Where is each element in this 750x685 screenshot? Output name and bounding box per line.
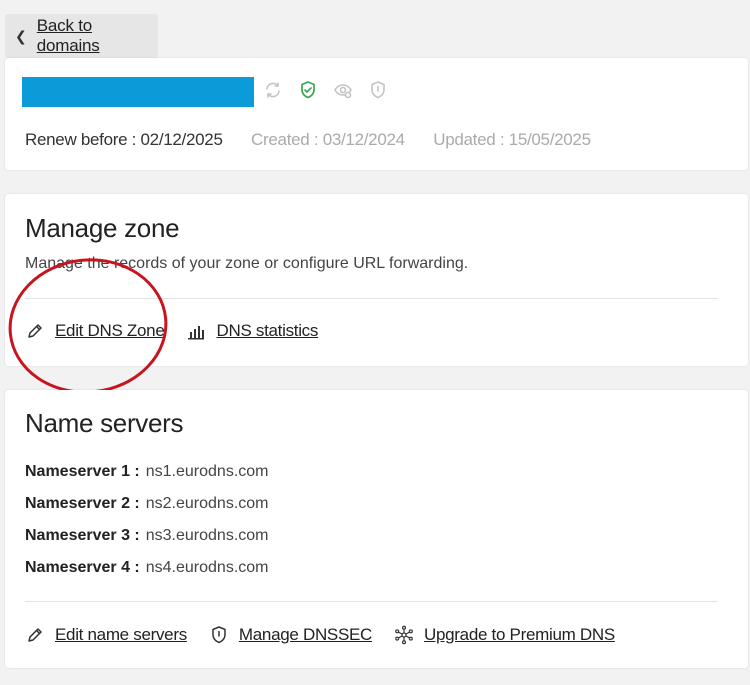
renew-date: Renew before : 02/12/2025 [25,130,223,149]
edit-name-servers-link[interactable]: Edit name servers [25,625,187,645]
nameserver-value: ns4.eurodns.com [145,559,269,576]
back-to-domains-label: Back to domains [36,16,100,55]
domain-status-icons [263,80,388,100]
back-to-domains-button[interactable]: ❮ Back to domains [5,14,158,58]
name-servers-title: Name servers [25,408,184,438]
nameserver-label: Nameserver 2 : [25,495,140,512]
nameserver-value: ns1.eurodns.com [145,463,269,480]
name-servers-actions: Edit name servers Manage DNSSEC Upgrade … [25,625,615,645]
manage-dnssec-label: Manage DNSSEC [238,625,373,644]
nameserver-label: Nameserver 3 : [25,527,140,544]
nameserver-value: ns3.eurodns.com [145,527,269,544]
created-date: Created : 03/12/2024 [251,130,405,149]
nameserver-row: Nameserver 1 : ns1.eurodns.com [25,462,268,494]
redacted-domain-name [22,77,254,107]
name-servers-card: Name servers Nameserver 1 : ns1.eurodns.c… [5,390,748,668]
bar-chart-icon [188,326,205,340]
updated-date: Updated : 15/05/2025 [433,130,591,149]
nameserver-label: Nameserver 1 : [25,463,140,480]
nameserver-value: ns2.eurodns.com [145,495,269,512]
divider [25,601,718,602]
edit-name-servers-label: Edit name servers [55,625,187,644]
shield-icon[interactable] [368,80,388,100]
shield-check-icon[interactable] [298,80,318,100]
dns-statistics-label: DNS statistics [216,321,319,340]
network-icon [395,625,413,645]
manage-dnssec-link[interactable]: Manage DNSSEC [209,625,372,645]
chevron-left-icon: ❮ [15,27,27,44]
annotation-circle [8,258,168,394]
domain-header-card: Renew before : 02/12/2025 Created : 03/1… [5,58,748,170]
domain-dates: Renew before : 02/12/2025 Created : 03/1… [25,130,615,150]
nameserver-row: Nameserver 4 : ns4.eurodns.com [25,558,268,590]
pencil-icon [28,628,42,642]
refresh-icon[interactable] [263,80,283,100]
shield-icon [212,626,226,644]
eye-icon[interactable] [333,80,353,100]
nameserver-row: Nameserver 3 : ns3.eurodns.com [25,526,268,558]
upgrade-premium-dns-label: Upgrade to Premium DNS [424,625,615,644]
nameserver-label: Nameserver 4 : [25,559,140,576]
manage-zone-title: Manage zone [25,213,180,243]
nameserver-list: Nameserver 1 : ns1.eurodns.com Nameserver… [25,462,268,590]
nameserver-row: Nameserver 2 : ns2.eurodns.com [25,494,268,526]
dns-statistics-link[interactable]: DNS statistics [186,321,318,341]
upgrade-premium-dns-link[interactable]: Upgrade to Premium DNS [394,625,615,645]
